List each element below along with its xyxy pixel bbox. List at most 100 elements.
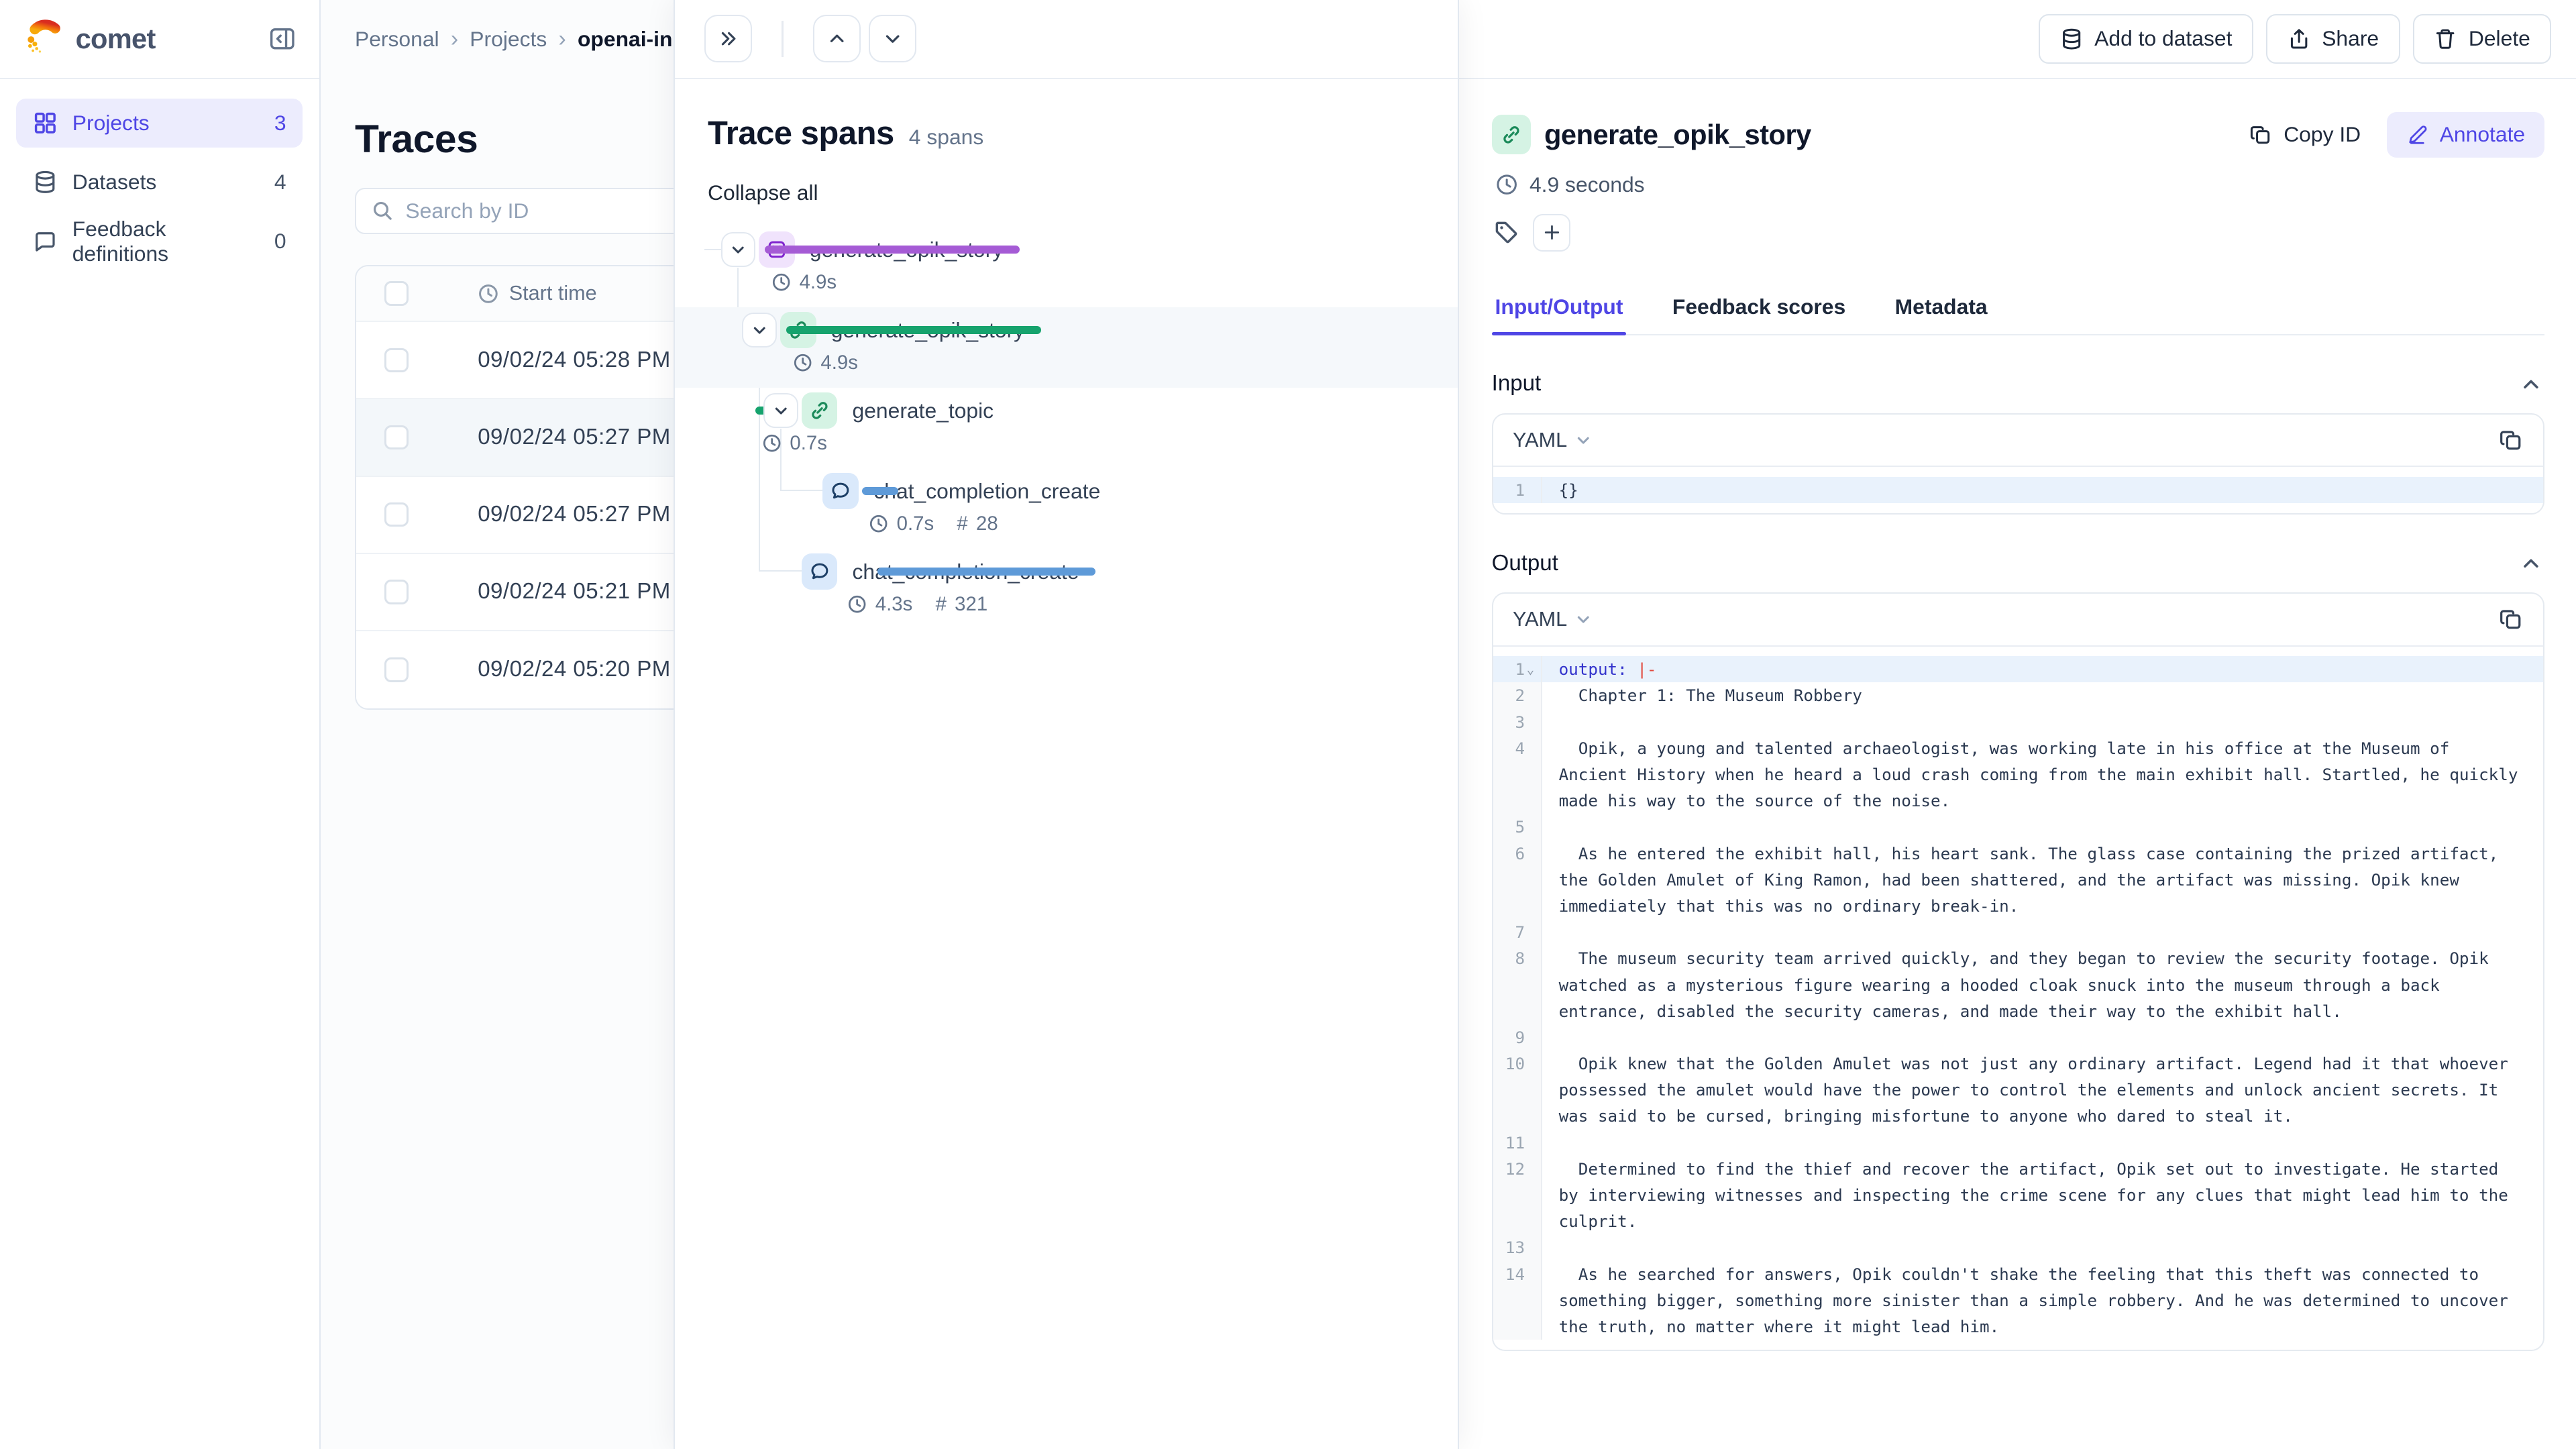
span-row[interactable]: chat_completion_create 0.7s # 28	[675, 468, 1458, 549]
copy-id-button[interactable]: Copy ID	[2233, 112, 2377, 158]
previous-trace-button[interactable]	[813, 15, 861, 62]
tab-input-output[interactable]: Input/Output	[1492, 284, 1627, 334]
chevron-down-icon[interactable]	[763, 393, 798, 427]
code-line-content	[1542, 1234, 2543, 1260]
span-duration-value: 4.3s	[875, 593, 913, 616]
pen-icon	[2407, 124, 2428, 146]
input-format-select[interactable]: YAML	[1513, 429, 1592, 452]
span-duration-value: 4.9s	[820, 352, 858, 374]
code-line: 2 ⌄ Chapter 1: The Museum Robbery	[1493, 682, 2544, 708]
format-label: YAML	[1513, 429, 1567, 452]
select-all-checkbox[interactable]	[384, 281, 409, 306]
row-checkbox[interactable]	[384, 502, 409, 527]
row-checkbox[interactable]	[384, 657, 409, 682]
delete-button[interactable]: Delete	[2413, 14, 2551, 63]
chat-bubble-icon	[802, 553, 838, 590]
output-section-title: Output	[1492, 551, 1558, 576]
trace-spans-panel: Trace spans 4 spans Collapse all	[674, 0, 1459, 1449]
logo-wordmark: comet	[76, 23, 156, 55]
sidebar-item-projects[interactable]: Projects 3	[16, 99, 303, 148]
code-line: 14 ⌄ As he searched for answers, Opik co…	[1493, 1261, 2544, 1340]
next-trace-button[interactable]	[869, 15, 916, 62]
span-duration-value: 0.7s	[790, 432, 827, 455]
table-row[interactable]: 09/02/24 05:27 PM	[356, 399, 674, 476]
line-number: 6 ⌄	[1493, 841, 1542, 920]
button-label: Share	[2322, 26, 2379, 51]
search-input[interactable]	[405, 199, 674, 223]
collapse-input-icon[interactable]	[2520, 374, 2542, 395]
row-checkbox[interactable]	[384, 425, 409, 450]
add-to-dataset-button[interactable]: Add to dataset	[2039, 14, 2253, 63]
input-code-editor[interactable]: 1 ⌄ {}	[1493, 467, 2544, 513]
span-row[interactable]: chat_completion_create 4.3s # 321	[675, 549, 1458, 629]
row-checkbox[interactable]	[384, 348, 409, 373]
chevron-right-icon: ›	[451, 26, 458, 52]
code-line-content	[1542, 814, 2543, 840]
row-checkbox[interactable]	[384, 580, 409, 604]
code-line: 3 ⌄	[1493, 709, 2544, 735]
code-line-content	[1542, 709, 2543, 735]
add-tag-button[interactable]	[1533, 214, 1570, 252]
clock-icon	[771, 272, 791, 292]
code-line: 11 ⌄	[1493, 1130, 2544, 1156]
duration-track: 4.3s # 321	[841, 549, 1095, 595]
chat-bubble-icon	[33, 229, 58, 254]
sidebar-item-feedback-definitions[interactable]: Feedback definitions 0	[16, 217, 303, 266]
line-number: 5 ⌄	[1493, 814, 1542, 840]
code-line: 6 ⌄ As he entered the exhibit hall, his …	[1493, 841, 2544, 920]
output-format-select[interactable]: YAML	[1513, 608, 1592, 631]
copy-output-icon[interactable]	[2499, 607, 2524, 632]
start-time-value: 09/02/24 05:27 PM	[448, 425, 671, 450]
span-row[interactable]: generate_opik_story 4.9s #	[675, 307, 1458, 388]
tab-feedback-scores[interactable]: Feedback scores	[1669, 284, 1849, 334]
output-code-card: YAML 1 ⌄	[1492, 592, 2545, 1351]
tag-icon	[1493, 219, 1519, 246]
chevron-down-icon[interactable]	[721, 232, 755, 266]
tab-metadata[interactable]: Metadata	[1892, 284, 1991, 334]
hash-icon: #	[957, 513, 967, 535]
main-area: Personal › Projects › openai-in Traces	[321, 0, 2576, 1449]
annotate-button[interactable]: Annotate	[2387, 112, 2544, 158]
line-number: 4 ⌄	[1493, 735, 1542, 814]
sidebar-item-label: Datasets	[72, 170, 157, 195]
comet-logo[interactable]: comet	[23, 18, 155, 59]
collapse-output-icon[interactable]	[2520, 553, 2542, 574]
code-line-content: {}	[1542, 477, 2543, 503]
sidebar-item-count: 0	[274, 229, 286, 254]
chat-bubble-icon	[822, 473, 859, 509]
duration-bar	[877, 568, 1095, 576]
sidebar-collapse-icon[interactable]	[268, 25, 297, 53]
trash-icon	[2434, 28, 2457, 50]
breadcrumb-personal[interactable]: Personal	[355, 27, 439, 52]
fold-chevron-icon[interactable]: ⌄	[1527, 656, 1535, 682]
tree-indent	[675, 571, 763, 572]
sidebar-header: comet	[0, 0, 319, 79]
table-row[interactable]: 09/02/24 05:28 PM	[356, 322, 674, 399]
table-row[interactable]: 09/02/24 05:21 PM	[356, 554, 674, 631]
span-tokens-value: 28	[976, 513, 998, 535]
sidebar-item-datasets[interactable]: Datasets 4	[16, 158, 303, 207]
chevron-down-icon	[1575, 432, 1591, 448]
span-duration: 4.9 seconds	[1529, 172, 1645, 197]
code-line: 10 ⌄ Opik knew that the Golden Amulet wa…	[1493, 1051, 2544, 1130]
chevron-down-icon[interactable]	[742, 313, 776, 347]
detail-toolbar: Add to dataset Share Delete	[1459, 0, 2576, 79]
span-row[interactable]: generate_topic 0.7s #	[675, 388, 1458, 468]
traces-table: Start time 09/02/24 05:28 PM 09/02/24 05…	[355, 265, 674, 710]
table-row[interactable]: 09/02/24 05:20 PM	[356, 631, 674, 708]
breadcrumb-projects[interactable]: Projects	[470, 27, 547, 52]
output-code-editor[interactable]: 1 ⌄ output: |- 2 ⌄ Chapter 1: The Museum…	[1493, 647, 2544, 1350]
span-meta: 0.7s #	[762, 432, 827, 455]
clock-icon	[793, 353, 812, 372]
share-button[interactable]: Share	[2266, 14, 2400, 63]
breadcrumb-current-project[interactable]: openai-in	[578, 27, 672, 52]
copy-input-icon[interactable]	[2499, 428, 2524, 453]
expand-panel-button[interactable]	[704, 15, 752, 62]
table-row[interactable]: 09/02/24 05:27 PM	[356, 477, 674, 554]
clock-icon	[1495, 173, 1518, 196]
column-header-start-time[interactable]: Start time	[509, 282, 597, 305]
span-row[interactable]: generate_opik_story 4.9s #	[675, 227, 1458, 307]
collapse-all-link[interactable]: Collapse all	[708, 180, 818, 205]
sidebar-nav: Projects 3 Datasets 4	[0, 79, 319, 286]
chain-icon	[1492, 115, 1532, 154]
